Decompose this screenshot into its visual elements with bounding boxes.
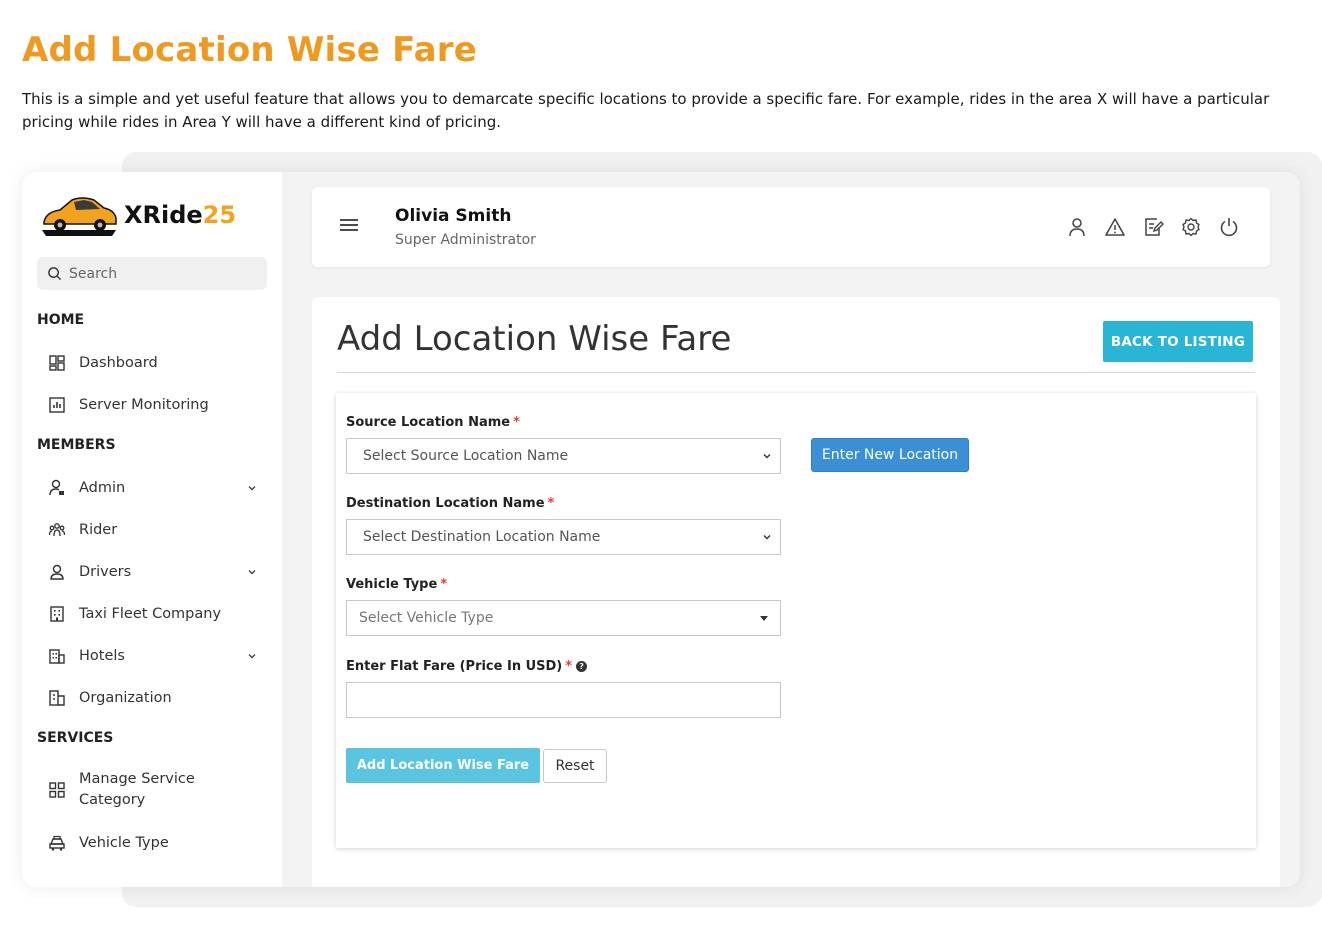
sidebar: XRide25 Search HOME Dashboard Server Mon… <box>22 172 282 887</box>
search-input[interactable]: Search <box>37 257 267 290</box>
sidebar-item-label: Rider <box>79 522 118 538</box>
hotel-icon <box>46 645 68 667</box>
required-mark: * <box>565 659 573 674</box>
sidebar-item-hotels[interactable]: Hotels <box>46 645 266 667</box>
add-location-wise-fare-button[interactable]: Add Location Wise Fare <box>346 748 540 783</box>
organization-icon <box>46 687 68 709</box>
sidebar-item-server-monitoring[interactable]: Server Monitoring <box>46 394 266 416</box>
sidebar-item-admin[interactable]: Admin <box>46 477 266 499</box>
driver-icon <box>46 561 68 583</box>
section-members: MEMBERS <box>37 437 116 453</box>
enter-new-location-button[interactable]: Enter New Location <box>811 438 969 472</box>
select-placeholder: Select Vehicle Type <box>359 610 494 626</box>
source-location-label: Source Location Name * <box>346 415 520 430</box>
section-services: SERVICES <box>37 730 114 746</box>
required-mark: * <box>513 415 520 430</box>
app-window: XRide25 Search HOME Dashboard Server Mon… <box>22 172 1300 887</box>
header-actions <box>1066 216 1240 238</box>
profile-icon[interactable] <box>1066 216 1088 238</box>
sidebar-item-label: Hotels <box>79 648 125 664</box>
chevron-down-icon <box>763 535 771 540</box>
chevron-down-icon[interactable] <box>246 650 258 662</box>
car-logo-icon <box>42 197 117 236</box>
grid-icon <box>46 779 68 801</box>
brand-logo[interactable]: XRide25 <box>38 192 236 238</box>
chevron-down-icon[interactable] <box>246 482 258 494</box>
chart-icon <box>46 394 68 416</box>
chevron-down-icon <box>763 454 771 459</box>
user-lock-icon <box>46 477 68 499</box>
help-icon[interactable]: ? <box>576 661 588 672</box>
page-title: Add Location Wise Fare <box>337 319 732 359</box>
caret-down-icon <box>760 616 768 621</box>
top-bar: Olivia Smith Super Administrator <box>312 187 1270 267</box>
sidebar-item-label: Manage Service Category <box>79 771 195 808</box>
building-icon <box>46 603 68 625</box>
user-role: Super Administrator <box>395 232 536 248</box>
sidebar-item-label: Server Monitoring <box>79 397 209 413</box>
chevron-down-icon[interactable] <box>246 566 258 578</box>
sidebar-item-label: Vehicle Type <box>79 835 169 851</box>
sidebar-item-taxi-fleet-company[interactable]: Taxi Fleet Company <box>46 603 266 625</box>
reset-button[interactable]: Reset <box>543 749 607 783</box>
sidebar-item-vehicle-type[interactable]: Vehicle Type <box>46 832 266 854</box>
edit-note-icon[interactable] <box>1142 216 1164 238</box>
promo-description: This is a simple and yet useful feature … <box>22 90 1270 131</box>
vehicle-type-select[interactable]: Select Vehicle Type <box>346 600 781 636</box>
destination-location-select[interactable]: Select Destination Location Name <box>346 519 781 555</box>
hamburger-menu-icon[interactable] <box>340 218 358 232</box>
sidebar-item-organization[interactable]: Organization <box>46 687 266 709</box>
required-mark: * <box>440 577 448 592</box>
sidebar-item-label: Taxi Fleet Company <box>79 606 222 622</box>
main-content: Add Location Wise Fare BACK TO LISTING S… <box>312 297 1280 887</box>
sidebar-item-drivers[interactable]: Drivers <box>46 561 266 583</box>
promo-title: Add Location Wise Fare <box>22 30 477 70</box>
settings-icon[interactable] <box>1180 216 1202 238</box>
fare-form: Source Location Name * Select Source Loca… <box>336 393 1256 848</box>
sidebar-item-dashboard[interactable]: Dashboard <box>46 352 266 374</box>
brand-name: XRide25 <box>124 201 237 229</box>
search-icon <box>48 267 62 281</box>
flat-fare-input[interactable] <box>346 682 781 718</box>
users-group-icon <box>46 519 68 541</box>
section-home: HOME <box>37 312 85 328</box>
vehicle-type-label: Vehicle Type * <box>346 577 448 592</box>
sidebar-item-rider[interactable]: Rider <box>46 519 266 541</box>
destination-location-label: Destination Location Name * <box>346 496 555 511</box>
select-placeholder: Select Destination Location Name <box>363 529 601 545</box>
power-icon[interactable] <box>1218 216 1240 238</box>
source-location-select[interactable]: Select Source Location Name <box>346 438 781 474</box>
warning-icon[interactable] <box>1104 216 1126 238</box>
sidebar-item-label: Admin <box>79 480 126 496</box>
user-name: Olivia Smith <box>395 206 512 226</box>
sidebar-item-manage-service-category[interactable]: Manage Service Category <box>46 769 266 811</box>
sidebar-item-label: Organization <box>79 690 172 706</box>
sidebar-item-label: Drivers <box>79 564 132 580</box>
back-to-listing-button[interactable]: BACK TO LISTING <box>1103 321 1253 362</box>
required-mark: * <box>547 496 555 511</box>
dashboard-icon <box>46 352 68 374</box>
flat-fare-label: Enter Flat Fare (Price In USD) *? <box>346 659 588 674</box>
divider <box>337 372 1255 373</box>
sidebar-item-label: Dashboard <box>79 355 158 371</box>
search-placeholder: Search <box>69 265 118 282</box>
select-placeholder: Select Source Location Name <box>363 448 569 464</box>
car-icon <box>46 832 68 854</box>
